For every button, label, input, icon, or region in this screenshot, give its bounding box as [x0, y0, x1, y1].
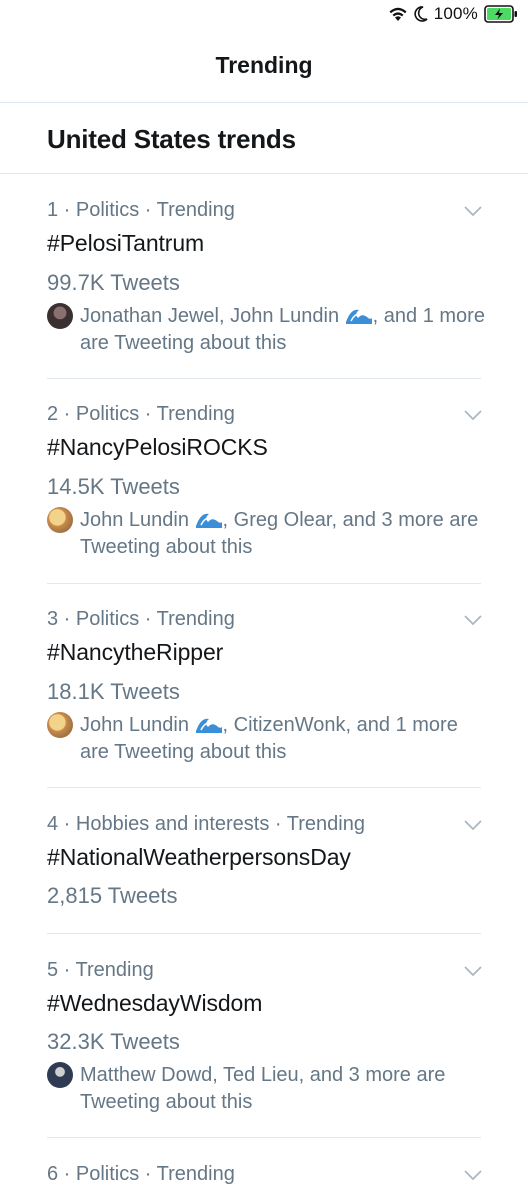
trend-meta: 3 · Politics · Trending: [47, 608, 235, 630]
trend-name[interactable]: #PelosiTantrum: [47, 230, 204, 257]
chevron-down-icon[interactable]: [463, 614, 483, 626]
trend-item[interactable]: 1 · Politics · Trending #PelosiTantrum 9…: [0, 175, 528, 379]
section-title: United States trends: [47, 124, 296, 154]
section-header: United States trends: [0, 104, 528, 174]
wave-emoji-icon: [195, 513, 222, 528]
trend-item[interactable]: 4 · Hobbies and interests · Trending #Na…: [0, 788, 528, 934]
chevron-down-icon[interactable]: [463, 819, 483, 831]
trend-meta: 4 · Hobbies and interests · Trending: [47, 813, 365, 835]
chevron-down-icon[interactable]: [463, 409, 483, 421]
status-right: 100%: [388, 4, 518, 24]
status-bar: 100%: [0, 0, 528, 30]
avatar: [47, 303, 73, 329]
trend-tweet-count: 18.1K Tweets: [47, 679, 180, 704]
chevron-down-icon[interactable]: [463, 205, 483, 217]
chevron-down-icon[interactable]: [463, 965, 483, 977]
trend-tweet-count: 2,815 Tweets: [47, 883, 178, 908]
trend-context: Matthew Dowd, Ted Lieu, and 3 more are T…: [80, 1062, 490, 1116]
wave-emoji-icon: [195, 718, 222, 733]
trend-meta: 6 · Politics · Trending: [47, 1163, 235, 1185]
trend-item[interactable]: 5 · Trending #WednesdayWisdom 32.3K Twee…: [0, 934, 528, 1138]
chevron-down-icon[interactable]: [463, 1169, 483, 1181]
trend-name[interactable]: #WednesdayWisdom: [47, 990, 262, 1017]
trend-meta: 1 · Politics · Trending: [47, 199, 235, 221]
avatar: [47, 1062, 73, 1088]
battery-charging-icon: [484, 5, 518, 23]
wave-emoji-icon: [345, 309, 372, 324]
trend-meta: 5 · Trending: [47, 959, 154, 981]
trend-meta: 2 · Politics · Trending: [47, 403, 235, 425]
trend-name[interactable]: #NancytheRipper: [47, 639, 223, 666]
trend-context: John Lundin , Greg Olear, and 3 more are…: [80, 507, 490, 561]
page-title: Trending: [215, 52, 313, 78]
trend-context: John Lundin , CitizenWonk, and 1 more ar…: [80, 712, 490, 766]
context-names: Matthew Dowd, Ted Lieu, and 3 more are T…: [80, 1064, 446, 1113]
context-names: John Lundin: [80, 714, 189, 736]
trend-tweet-count: 32.3K Tweets: [47, 1029, 180, 1054]
trend-item[interactable]: 6 · Politics · Trending: [0, 1138, 528, 1200]
trend-name[interactable]: #NancyPelosiROCKS: [47, 434, 268, 461]
nav-bar: Trending: [0, 30, 528, 103]
trend-tweet-count: 14.5K Tweets: [47, 474, 180, 499]
trend-context: Jonathan Jewel, John Lundin , and 1 more…: [80, 303, 490, 357]
avatar: [47, 507, 73, 533]
moon-icon: [414, 6, 428, 22]
trend-name[interactable]: #NationalWeatherpersonsDay: [47, 844, 351, 871]
wifi-icon: [388, 6, 408, 22]
context-names: John Lundin: [80, 509, 189, 531]
avatar: [47, 712, 73, 738]
trend-tweet-count: 99.7K Tweets: [47, 270, 180, 295]
trend-item[interactable]: 3 · Politics · Trending #NancytheRipper …: [0, 584, 528, 788]
context-names: Jonathan Jewel, John Lundin: [80, 305, 340, 327]
battery-percent: 100%: [433, 4, 478, 23]
trend-item[interactable]: 2 · Politics · Trending #NancyPelosiROCK…: [0, 379, 528, 584]
